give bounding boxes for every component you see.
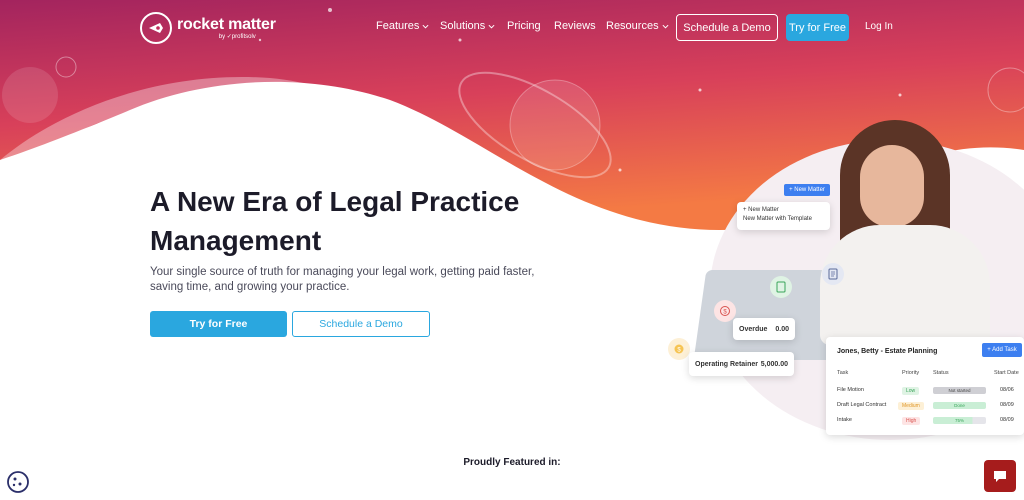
file-icon [822,263,844,285]
task-date: 08/09 [1000,402,1014,408]
nav-solutions-label: Solutions [440,20,486,32]
nav-pricing-label: Pricing [507,20,541,32]
menu-item-new-matter: + New Matter [743,207,779,213]
schedule-demo-nav-button[interactable]: Schedule a Demo [676,14,778,41]
try-free-button[interactable]: Try for Free [150,311,287,337]
chat-bubble-icon [994,471,1006,482]
nav-resources[interactable]: Resources [606,20,669,32]
status-bar: 75% [933,417,986,424]
money-icon: $ [714,300,736,322]
chat-button[interactable] [984,460,1016,492]
nav-reviews[interactable]: Reviews [554,20,596,32]
svg-text:$: $ [723,310,727,316]
chevron-down-icon [488,24,495,29]
person-body [820,225,990,345]
login-link[interactable]: Log In [865,21,893,32]
featured-heading: Proudly Featured in: [463,457,561,468]
coins-icon: $ [668,338,690,360]
try-free-nav-button[interactable]: Try for Free [786,14,849,41]
overdue-value: 0.00 [775,325,789,333]
hero-subtitle: Your single source of truth for managing… [150,266,535,293]
overdue-card: Overdue 0.00 [733,318,795,340]
schedule-demo-button[interactable]: Schedule a Demo [292,311,430,337]
cookie-settings-icon[interactable] [6,470,30,494]
retainer-label: Operating Retainer [695,360,759,368]
task-card-title: Jones, Betty - Estate Planning [837,348,938,355]
task-header-status: Status [933,370,949,376]
task-card: Jones, Betty - Estate Planning + Add Tas… [826,337,1024,435]
task-row: Draft Legal Contract Medium Done 08/09 [826,399,1024,413]
nav-features-label: Features [376,20,420,32]
priority-badge: High [902,417,921,425]
task-name: Draft Legal Contract [837,402,887,408]
task-row: Intake High 75% 08/09 [826,414,1024,428]
hero-illustration: + New Matter + New Matter New Matter wit… [660,120,1024,450]
status-bar: Done [933,402,986,409]
top-navigation: rocket matter by ✓profitsolv Features So… [0,0,1024,56]
menu-item-template: New Matter with Template [743,216,812,222]
rocket-matter-logo[interactable]: rocket matter by ✓profitsolv [140,12,276,44]
add-task-button: + Add Task [982,343,1022,357]
person-face [860,145,924,227]
retainer-card: Operating Retainer 5,000.00 [689,352,794,376]
rocket-icon [140,12,172,44]
task-header-date: Start Date [994,370,1019,376]
task-date: 08/06 [1000,387,1014,393]
chevron-down-icon [422,24,429,29]
nav-resources-label: Resources [606,20,659,32]
task-row: File Motion Low Not started 08/06 [826,384,1024,398]
task-date: 08/09 [1000,417,1014,423]
task-name: File Motion [837,387,864,393]
status-bar: Not started [933,387,986,394]
task-name: Intake [837,417,852,423]
logo-text: rocket matter [177,15,276,33]
nav-pricing[interactable]: Pricing [507,20,541,32]
nav-reviews-label: Reviews [554,20,596,32]
document-icon [770,276,792,298]
priority-badge: Low [902,387,920,395]
new-matter-button: + New Matter [784,184,830,196]
hero-title: A New Era of Legal Practice Management [150,186,520,256]
overdue-label: Overdue [739,325,768,333]
task-header-priority: Priority [902,370,920,376]
nav-features[interactable]: Features [376,20,429,32]
logo-subtext: by ✓profitsolv [218,33,256,40]
retainer-value: 5,000.00 [760,360,788,368]
chevron-down-icon [662,24,669,29]
task-header-task: Task [837,370,849,376]
nav-solutions[interactable]: Solutions [440,20,495,32]
priority-badge: Medium [898,402,924,410]
new-matter-menu: + New Matter New Matter with Template [737,202,830,230]
